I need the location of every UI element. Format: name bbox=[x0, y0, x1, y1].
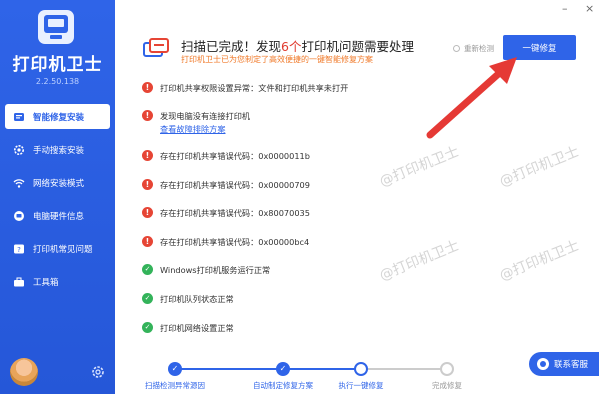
warning-icon: ! bbox=[142, 207, 153, 218]
app-name: 打印机卫士 bbox=[12, 55, 103, 75]
sidebar-item-network-install[interactable]: 网络安装模式 bbox=[5, 170, 110, 195]
warning-icon: ! bbox=[142, 110, 153, 121]
repair-icon bbox=[12, 110, 25, 123]
main-panel: – × @打印机卫士 @打印机卫士 @打印机卫士 @打印机卫士 扫描已完成！发现… bbox=[115, 0, 600, 394]
help-icon: ? bbox=[12, 242, 25, 255]
step-label: 执行一键修复 bbox=[338, 381, 384, 390]
hardware-icon bbox=[12, 209, 25, 222]
sidebar-item-hardware-info[interactable]: 电脑硬件信息 bbox=[5, 203, 110, 228]
watermark: @打印机卫士 bbox=[497, 237, 582, 285]
progress-steps: ✓ 扫描检测异常源因 ✓ 自动制定修复方案 执行一键修复 完成修复 bbox=[115, 350, 600, 394]
sidebar-item-label: 电脑硬件信息 bbox=[33, 211, 85, 222]
sidebar-nav: 智能修复安装 手动搜索安装 网络安装模式 电脑硬件信息 ? 打印机常见问题 工具… bbox=[5, 104, 110, 302]
warning-icon: ! bbox=[142, 82, 153, 93]
watermark: @打印机卫士 bbox=[377, 237, 462, 285]
warning-icon: ! bbox=[142, 236, 153, 247]
sidebar-item-label: 网络安装模式 bbox=[33, 178, 85, 189]
troubleshoot-link[interactable]: 查看故障排除方案 bbox=[160, 123, 226, 135]
watermark: @打印机卫士 bbox=[497, 143, 582, 191]
avatar[interactable] bbox=[10, 358, 38, 386]
check-icon: ✓ bbox=[142, 322, 153, 333]
sidebar-item-label: 打印机常见问题 bbox=[33, 244, 93, 255]
minimize-button[interactable]: – bbox=[562, 2, 568, 15]
sidebar-item-label: 智能修复安装 bbox=[33, 112, 85, 123]
toolbox-icon bbox=[12, 275, 25, 288]
sidebar: 打印机卫士 2.2.50.138 智能修复安装 手动搜索安装 网络安装模式 电脑… bbox=[0, 0, 115, 394]
check-icon: ✓ bbox=[142, 293, 153, 304]
step-label: 自动制定修复方案 bbox=[253, 381, 313, 390]
close-button[interactable]: × bbox=[585, 2, 594, 15]
sidebar-item-toolbox[interactable]: 工具箱 bbox=[5, 269, 110, 294]
step-done-check-icon: ✓ bbox=[168, 362, 182, 376]
rescan-button[interactable]: 重新检测 bbox=[453, 43, 494, 54]
gear-icon bbox=[12, 143, 25, 156]
progress-line bbox=[361, 368, 447, 370]
step-current-indicator bbox=[354, 362, 368, 376]
sidebar-item-smart-repair[interactable]: 智能修复安装 bbox=[5, 104, 110, 129]
check-icon: ✓ bbox=[142, 264, 153, 275]
progress-line bbox=[175, 368, 283, 370]
warning-icon: ! bbox=[142, 150, 153, 161]
svg-text:?: ? bbox=[17, 246, 21, 254]
app-version: 2.2.50.138 bbox=[35, 77, 80, 86]
warning-icon: ! bbox=[142, 179, 153, 190]
one-click-fix-button[interactable]: 一键修复 bbox=[503, 35, 576, 60]
step-pending-indicator bbox=[440, 362, 454, 376]
sidebar-item-label: 手动搜索安装 bbox=[33, 145, 85, 156]
page-subtitle: 打印机卫士已为您制定了高效便捷的一键智能修复方案 bbox=[181, 55, 373, 64]
printer-icon bbox=[142, 36, 170, 60]
sidebar-item-manual-search[interactable]: 手动搜索安装 bbox=[5, 137, 110, 162]
step-label: 完成修复 bbox=[432, 381, 462, 390]
progress-line bbox=[283, 368, 361, 370]
sidebar-item-label: 工具箱 bbox=[33, 277, 59, 288]
settings-gear-icon[interactable] bbox=[91, 365, 105, 379]
refresh-icon bbox=[453, 45, 460, 52]
page-title: 扫描已完成！发现6个打印机问题需要处理 bbox=[181, 39, 414, 54]
step-label: 扫描检测异常源因 bbox=[145, 381, 205, 390]
sidebar-item-printer-faq[interactable]: ? 打印机常见问题 bbox=[5, 236, 110, 261]
app-logo-icon bbox=[38, 10, 74, 44]
network-icon bbox=[12, 176, 25, 189]
step-done-check-icon: ✓ bbox=[276, 362, 290, 376]
watermark: @打印机卫士 bbox=[377, 143, 462, 191]
